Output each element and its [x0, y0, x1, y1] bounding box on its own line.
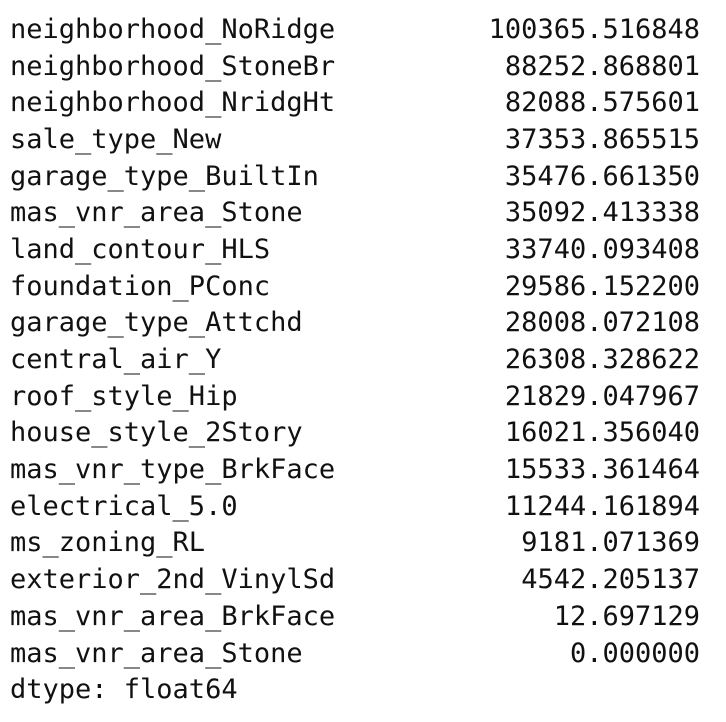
row-value: 82088.575601: [504, 87, 700, 119]
series-row: neighborhood_NridgHt 82088.575601: [10, 84, 700, 121]
row-value: 37353.865515: [504, 123, 700, 155]
row-label: house_style_2Story: [10, 417, 303, 449]
row-label: roof_style_Hip: [10, 380, 238, 412]
series-row: exterior_2nd_VinylSd 4542.205137: [10, 561, 700, 598]
series-row: mas_vnr_area_BrkFace 12.697129: [10, 598, 700, 635]
row-label: sale_type_New: [10, 123, 222, 155]
row-label: foundation_PConc: [10, 270, 271, 302]
series-row: mas_vnr_type_BrkFace 15533.361464: [10, 451, 700, 488]
series-row: foundation_PConc 29586.152200: [10, 268, 700, 305]
series-row: mas_vnr_area_Stone 0.000000: [10, 635, 700, 672]
series-row: land_contour_HLS 33740.093408: [10, 231, 700, 268]
row-label: mas_vnr_area_Stone: [10, 197, 303, 229]
row-value: 21829.047967: [504, 380, 700, 412]
row-value: 26308.328622: [504, 344, 700, 376]
row-value: 35092.413338: [504, 197, 700, 229]
row-label: land_contour_HLS: [10, 233, 271, 265]
row-label: neighborhood_NridgHt: [10, 87, 336, 119]
row-label: neighborhood_StoneBr: [10, 50, 336, 82]
row-value: 15533.361464: [504, 454, 700, 486]
row-value: 35476.661350: [504, 160, 700, 192]
dtype-line: dtype: float64: [10, 674, 238, 706]
series-output: neighborhood_NoRidge 100365.516848 neigh…: [10, 11, 700, 708]
series-row: neighborhood_StoneBr 88252.868801: [10, 48, 700, 85]
row-value: 28008.072108: [504, 307, 700, 339]
row-label: mas_vnr_area_BrkFace: [10, 600, 336, 632]
row-value: 9181.071369: [521, 527, 700, 559]
series-row: sale_type_New 37353.865515: [10, 121, 700, 158]
series-row: ms_zoning_RL 9181.071369: [10, 525, 700, 562]
series-row: central_air_Y 26308.328622: [10, 341, 700, 378]
row-label: garage_type_Attchd: [10, 307, 303, 339]
series-row: garage_type_Attchd 28008.072108: [10, 305, 700, 342]
row-label: ms_zoning_RL: [10, 527, 206, 559]
row-label: central_air_Y: [10, 344, 222, 376]
row-label: neighborhood_NoRidge: [10, 13, 336, 45]
row-value: 4542.205137: [521, 564, 700, 596]
row-value: 33740.093408: [504, 233, 700, 265]
series-row: electrical_5.0 11244.161894: [10, 488, 700, 525]
row-value: 12.697129: [553, 600, 700, 632]
row-value: 88252.868801: [504, 50, 700, 82]
series-row: neighborhood_NoRidge 100365.516848: [10, 11, 700, 48]
row-label: mas_vnr_type_BrkFace: [10, 454, 336, 486]
row-value: 0.000000: [569, 637, 700, 669]
row-label: exterior_2nd_VinylSd: [10, 564, 336, 596]
row-value: 29586.152200: [504, 270, 700, 302]
row-label: mas_vnr_area_Stone: [10, 637, 303, 669]
series-row: roof_style_Hip 21829.047967: [10, 378, 700, 415]
series-row: house_style_2Story 16021.356040: [10, 415, 700, 452]
series-row: garage_type_BuiltIn 35476.661350: [10, 158, 700, 195]
series-row: mas_vnr_area_Stone 35092.413338: [10, 194, 700, 231]
row-value: 11244.161894: [504, 490, 700, 522]
row-value: 100365.516848: [488, 13, 700, 45]
row-label: electrical_5.0: [10, 490, 238, 522]
row-value: 16021.356040: [504, 417, 700, 449]
row-label: garage_type_BuiltIn: [10, 160, 319, 192]
